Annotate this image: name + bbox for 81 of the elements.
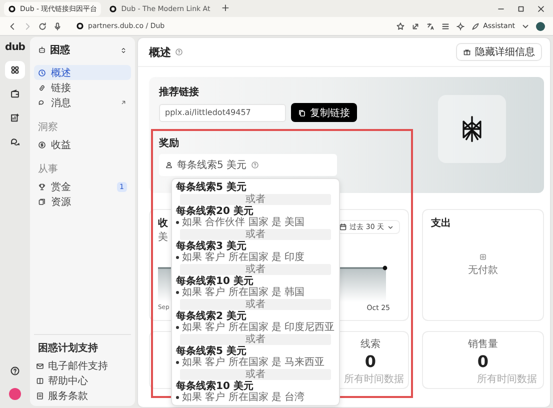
coin-icon [38, 140, 46, 148]
document-icon [36, 392, 44, 400]
reward-title: 每条线索5 美元 [176, 346, 248, 357]
nav-item[interactable]: 概述 [34, 65, 131, 80]
support-link[interactable]: 电子邮件支持 [34, 359, 131, 372]
stat-label: 销售量 [468, 338, 498, 351]
referral-link-field[interactable]: pplx.ai/littledot49457 [159, 104, 286, 122]
maximize-icon[interactable] [517, 4, 525, 12]
logo[interactable]: dub [5, 42, 25, 53]
nav-item[interactable]: 收益 [34, 137, 131, 152]
reward-summary[interactable]: 每条线索5 美元 [159, 154, 337, 176]
chat-icon [10, 137, 20, 147]
card-title: 支出 [431, 216, 452, 230]
nav-item[interactable]: 资源 [34, 194, 131, 209]
user-avatar[interactable] [9, 388, 21, 400]
close-icon[interactable] [537, 4, 545, 12]
mail-icon [36, 362, 44, 370]
workspace-name[interactable]: 困惑 [50, 43, 116, 57]
card-title: 收 [158, 216, 168, 230]
profile-avatar[interactable] [536, 22, 545, 30]
chevron-down-icon [387, 224, 394, 230]
section-title: 奖励 [159, 136, 180, 150]
reward-title: 每条线索3 美元 [176, 241, 248, 252]
help-icon[interactable] [10, 366, 20, 376]
link-icon [38, 84, 46, 92]
support-link[interactable]: 服务条款 [34, 389, 131, 402]
stat-label: 线索 [360, 338, 380, 351]
gift-icon [463, 48, 471, 56]
star-icon[interactable] [396, 22, 406, 30]
copy-icon [38, 198, 46, 206]
book-icon [36, 376, 44, 384]
grid-icon [10, 65, 20, 75]
hide-details-button[interactable]: 隐藏详细信息 [456, 43, 542, 61]
calendar-icon [338, 223, 347, 231]
nav-item[interactable]: 消息 [34, 95, 131, 110]
reward-condition: 如果 客户 所在国家 是 韩国 [176, 287, 335, 298]
stat-value: 0 [364, 352, 376, 371]
microphone-icon[interactable] [53, 22, 62, 30]
support-heading: 困惑计划支持 [37, 342, 99, 356]
user-icon [165, 161, 173, 169]
section-title: 推荐链接 [159, 86, 200, 99]
grid-button[interactable] [5, 61, 25, 79]
ring-icon [8, 4, 16, 12]
new-tab-button[interactable]: + [218, 3, 233, 14]
robot-icon [38, 46, 46, 54]
reward-condition: 如果 客户 所在国家 是 印度尼西亚 [176, 322, 335, 333]
reload-icon[interactable] [38, 22, 47, 30]
stat-value: 0 [477, 352, 489, 371]
section-heading: 从事 [37, 162, 59, 177]
stat-note: 所有时间数据 [477, 372, 537, 386]
support-link[interactable]: 帮助中心 [34, 374, 131, 387]
reward-title: 每条线索2 美元 [176, 311, 248, 322]
reward-title: 每条线索10 美元 [176, 381, 254, 392]
reward-title: 每条线索10 美元 [176, 276, 254, 287]
reward-condition: 如果 合作伙伴 国家 是 美国 [176, 217, 335, 228]
list-icon[interactable] [441, 22, 450, 30]
empty-state-text: 无付款 [468, 264, 498, 277]
page-title: 概述 [149, 44, 171, 60]
reward-condition: 如果 客户 所在国家 是 马来西亚 [176, 357, 335, 368]
share-icon[interactable] [411, 22, 420, 30]
wallet-icon [10, 89, 20, 99]
ring-icon [76, 22, 84, 30]
copy-link-button[interactable]: 复制链接 [291, 103, 357, 122]
back-icon[interactable] [8, 22, 17, 30]
clock-icon [38, 68, 46, 76]
reward-condition: 如果 客户 所在国家 是 印度 [176, 252, 335, 263]
reward-title: 每条线索5 美元 [176, 182, 248, 193]
chart-icon [10, 113, 20, 123]
reward-condition: 如果 客户 所在国家 是 台湾 [176, 392, 335, 403]
earnings-amount: 美 [158, 230, 168, 244]
trophy-icon [38, 182, 46, 190]
chat-icon [38, 98, 46, 106]
section-heading: 洞察 [37, 120, 59, 135]
updown-icon[interactable] [120, 46, 127, 54]
ring-icon [109, 4, 118, 12]
help-icon [250, 161, 259, 169]
nav-item[interactable]: 链接 [34, 80, 131, 95]
translate-icon[interactable] [426, 22, 436, 30]
reward-title: 每条线索20 美元 [176, 206, 254, 217]
copy-icon [298, 108, 306, 116]
stat-note: 所有时间数据 [344, 372, 404, 386]
